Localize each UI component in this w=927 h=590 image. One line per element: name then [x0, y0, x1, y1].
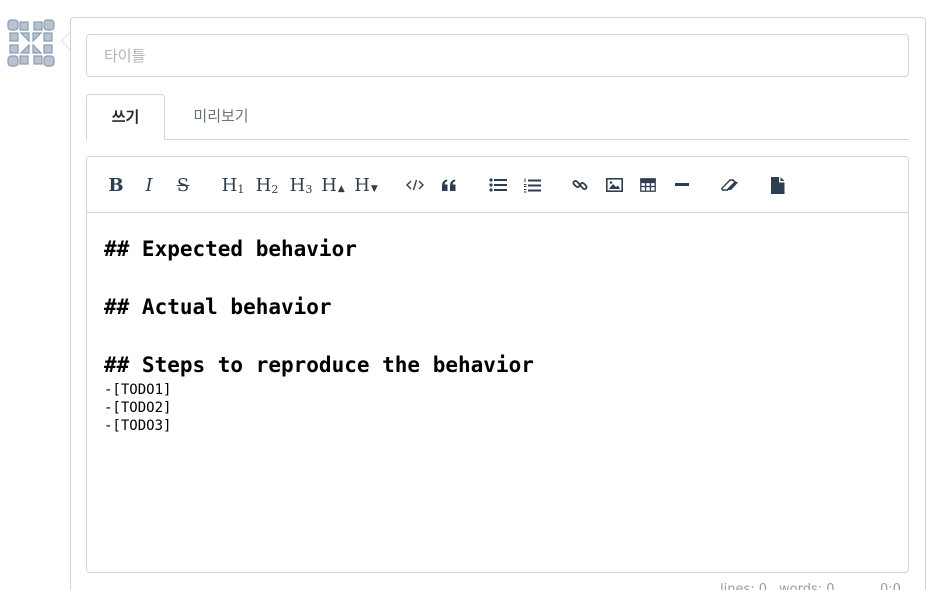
image-icon: [605, 178, 623, 192]
heading-bigger-button[interactable]: H ▲: [318, 171, 348, 199]
h2-letter: H: [255, 174, 272, 196]
quote-icon: [442, 179, 456, 191]
markdown-heading: ## Expected behavior: [104, 237, 357, 261]
strikethrough-button[interactable]: S: [168, 171, 198, 199]
status-cursor: 0:0: [880, 582, 901, 590]
file-button[interactable]: [763, 171, 793, 199]
triangle-up-icon: ▲: [337, 184, 345, 194]
horizontal-rule-button[interactable]: [667, 171, 697, 199]
status-lines: lines: 0: [720, 582, 768, 590]
file-icon: [771, 176, 785, 194]
unordered-list-icon: [489, 178, 507, 192]
markdown-editor[interactable]: B I S H1 H2 H3 H ▲ H ▼ ## Expected behav…: [86, 156, 909, 573]
editor-content[interactable]: ## Expected behavior ## Actual behavior …: [104, 235, 534, 435]
heading-smaller-letter: H: [354, 174, 370, 196]
strikethrough-label: S: [176, 174, 190, 196]
bold-button[interactable]: B: [101, 171, 131, 199]
editor-toolbar: B I S H1 H2 H3 H ▲ H ▼: [87, 157, 908, 213]
tab-write[interactable]: 쓰기: [86, 94, 165, 140]
h3-sub: 3: [305, 182, 313, 196]
bold-label: B: [108, 174, 124, 196]
code-icon: [406, 179, 424, 191]
heading-2-button[interactable]: H2: [252, 171, 282, 199]
markdown-heading: ## Steps to reproduce the behavior: [104, 353, 534, 377]
image-button[interactable]: [599, 171, 629, 199]
h1-letter: H: [221, 174, 238, 196]
h3-letter: H: [289, 174, 306, 196]
todo-line: -[TODO2]: [104, 400, 172, 416]
table-button[interactable]: [633, 171, 663, 199]
heading-1-button[interactable]: H1: [218, 171, 248, 199]
h1-sub: 1: [237, 182, 245, 196]
code-button[interactable]: [400, 171, 430, 199]
heading-bigger-letter: H: [321, 174, 337, 196]
todo-line: -[TODO1]: [104, 382, 172, 398]
unordered-list-button[interactable]: [483, 171, 513, 199]
panel-arrow-fill: [62, 33, 70, 49]
ordered-list-button[interactable]: [517, 171, 547, 199]
h2-sub: 2: [271, 182, 279, 196]
eraser-icon: [721, 179, 738, 191]
ordered-list-icon: [524, 178, 541, 192]
status-words: words: 0: [779, 582, 835, 590]
tab-preview[interactable]: 미리보기: [176, 94, 266, 140]
horizontal-rule-icon: [675, 183, 689, 186]
italic-button[interactable]: I: [134, 171, 164, 199]
italic-label: I: [145, 174, 153, 196]
identicon-avatar: [7, 19, 55, 67]
avatar: [7, 19, 55, 67]
heading-3-button[interactable]: H3: [286, 171, 316, 199]
markdown-heading: ## Actual behavior: [104, 295, 332, 319]
title-input[interactable]: [86, 34, 909, 77]
triangle-down-icon: ▼: [370, 184, 378, 194]
clear-formatting-button[interactable]: [715, 171, 745, 199]
quote-button[interactable]: [434, 171, 464, 199]
heading-smaller-button[interactable]: H ▼: [351, 171, 381, 199]
table-icon: [640, 178, 656, 192]
link-icon: [572, 180, 588, 190]
link-button[interactable]: [565, 171, 595, 199]
todo-line: -[TODO3]: [104, 418, 172, 434]
